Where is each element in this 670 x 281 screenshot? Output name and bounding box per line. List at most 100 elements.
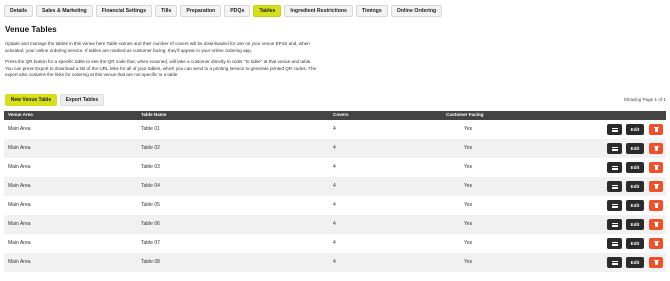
delete-button[interactable] bbox=[649, 200, 663, 211]
edit-button[interactable]: Edit bbox=[626, 200, 644, 211]
delete-button[interactable] bbox=[649, 257, 663, 268]
edit-button[interactable]: Edit bbox=[626, 143, 644, 154]
covers-cell: 4 bbox=[333, 240, 336, 246]
delete-button[interactable] bbox=[649, 219, 663, 230]
qr-icon bbox=[611, 127, 618, 132]
covers-cell: 4 bbox=[333, 164, 336, 170]
customer-facing-cell: Yes bbox=[464, 240, 473, 246]
tab-tills[interactable]: Tills bbox=[155, 5, 178, 17]
trash-icon bbox=[653, 221, 659, 227]
delete-button[interactable] bbox=[649, 143, 663, 154]
table-row: Main Area Table 05 4 Yes Edit bbox=[4, 196, 666, 215]
table-name-cell: Table 05 bbox=[141, 202, 160, 208]
qr-icon bbox=[611, 222, 618, 227]
delete-button[interactable] bbox=[649, 181, 663, 192]
edit-button[interactable]: Edit bbox=[626, 124, 644, 135]
table-row: Main Area Table 01 4 Yes Edit bbox=[4, 120, 666, 139]
column-header-table-name: Table Name bbox=[141, 112, 167, 117]
table-name-cell: Table 03 bbox=[141, 164, 160, 170]
table-row: Main Area Table 03 4 Yes Edit bbox=[4, 158, 666, 177]
venue-tables-table: Venue Area Table Name Covers Customer Fa… bbox=[4, 111, 666, 272]
covers-cell: 4 bbox=[333, 202, 336, 208]
qr-icon bbox=[611, 146, 618, 151]
customer-facing-cell: Yes bbox=[464, 164, 473, 170]
trash-icon bbox=[653, 202, 659, 208]
covers-cell: 4 bbox=[333, 259, 336, 265]
qr-button[interactable] bbox=[607, 162, 622, 173]
qr-button[interactable] bbox=[607, 219, 622, 230]
table-header: Venue Area Table Name Covers Customer Fa… bbox=[4, 111, 666, 120]
qr-button[interactable] bbox=[607, 143, 622, 154]
table-row: Main Area Table 06 4 Yes Edit bbox=[4, 215, 666, 234]
edit-button[interactable]: Edit bbox=[626, 219, 644, 230]
venue-area-cell: Main Area bbox=[8, 164, 31, 170]
venue-area-cell: Main Area bbox=[8, 183, 31, 189]
qr-icon bbox=[611, 165, 618, 170]
qr-icon bbox=[611, 184, 618, 189]
trash-icon bbox=[653, 259, 659, 265]
qr-button[interactable] bbox=[607, 238, 622, 249]
table-name-cell: Table 04 bbox=[141, 183, 160, 189]
qr-icon bbox=[611, 203, 618, 208]
tab-ingredient-restrictions[interactable]: Ingredient Restrictions bbox=[284, 5, 353, 17]
trash-icon bbox=[653, 240, 659, 246]
edit-button[interactable]: Edit bbox=[626, 162, 644, 173]
tab-financial-settings[interactable]: Financial Settings bbox=[95, 5, 153, 17]
qr-button[interactable] bbox=[607, 200, 622, 211]
venue-area-cell: Main Area bbox=[8, 126, 31, 132]
trash-icon bbox=[653, 183, 659, 189]
table-row: Main Area Table 04 4 Yes Edit bbox=[4, 177, 666, 196]
column-header-covers: Covers bbox=[333, 112, 349, 117]
tab-timings[interactable]: Timings bbox=[355, 5, 388, 17]
new-venue-table-button[interactable]: New Venue Table bbox=[5, 94, 57, 106]
customer-facing-cell: Yes bbox=[464, 145, 473, 151]
customer-facing-cell: Yes bbox=[464, 259, 473, 265]
tab-preparation[interactable]: Preparation bbox=[180, 5, 222, 17]
trash-icon bbox=[653, 126, 659, 132]
customer-facing-cell: Yes bbox=[464, 126, 473, 132]
venue-area-cell: Main Area bbox=[8, 202, 31, 208]
covers-cell: 4 bbox=[333, 145, 336, 151]
tab-pdqs[interactable]: PDQs bbox=[224, 5, 251, 17]
tab-sales-marketing[interactable]: Sales & Marketing bbox=[36, 5, 93, 17]
export-tables-button[interactable]: Export Tables bbox=[60, 94, 104, 106]
column-header-customer-facing: Customer Facing bbox=[446, 112, 484, 117]
qr-button[interactable] bbox=[607, 181, 622, 192]
covers-cell: 4 bbox=[333, 126, 336, 132]
venue-area-cell: Main Area bbox=[8, 145, 31, 151]
customer-facing-cell: Yes bbox=[464, 183, 473, 189]
customer-facing-cell: Yes bbox=[464, 221, 473, 227]
qr-button[interactable] bbox=[607, 124, 622, 135]
table-name-cell: Table 02 bbox=[141, 145, 160, 151]
tab-online-ordering[interactable]: Online Ordering bbox=[390, 5, 443, 17]
page-title: Venue Tables bbox=[5, 25, 57, 34]
column-header-venue-area: Venue Area bbox=[8, 112, 33, 117]
table-name-cell: Table 01 bbox=[141, 126, 160, 132]
edit-button[interactable]: Edit bbox=[626, 238, 644, 249]
qr-button[interactable] bbox=[607, 257, 622, 268]
venue-area-cell: Main Area bbox=[8, 221, 31, 227]
venue-area-cell: Main Area bbox=[8, 240, 31, 246]
venue-area-cell: Main Area bbox=[8, 259, 31, 265]
tab-tables[interactable]: Tables bbox=[253, 5, 282, 17]
delete-button[interactable] bbox=[649, 162, 663, 173]
delete-button[interactable] bbox=[649, 238, 663, 249]
table-body: Main Area Table 01 4 Yes Edit Main Area Table … bbox=[4, 120, 666, 272]
covers-cell: 4 bbox=[333, 183, 336, 189]
trash-icon bbox=[653, 164, 659, 170]
trash-icon bbox=[653, 145, 659, 151]
edit-button[interactable]: Edit bbox=[626, 257, 644, 268]
customer-facing-cell: Yes bbox=[464, 202, 473, 208]
covers-cell: 4 bbox=[333, 221, 336, 227]
edit-button[interactable]: Edit bbox=[626, 181, 644, 192]
table-row: Main Area Table 02 4 Yes Edit bbox=[4, 139, 666, 158]
table-name-cell: Table 07 bbox=[141, 240, 160, 246]
table-name-cell: Table 08 bbox=[141, 259, 160, 265]
delete-button[interactable] bbox=[649, 124, 663, 135]
qr-description-paragraph: Press the QR button for a specific table… bbox=[5, 59, 317, 78]
tab-details[interactable]: Details bbox=[4, 5, 34, 17]
description-paragraph: Update and manage the tables in this ven… bbox=[5, 41, 310, 53]
table-row: Main Area Table 08 4 Yes Edit bbox=[4, 253, 666, 272]
pagination-status: Showing Page 1 of 1 bbox=[623, 97, 666, 102]
tab-bar: Details Sales & Marketing Financial Sett… bbox=[4, 5, 443, 17]
